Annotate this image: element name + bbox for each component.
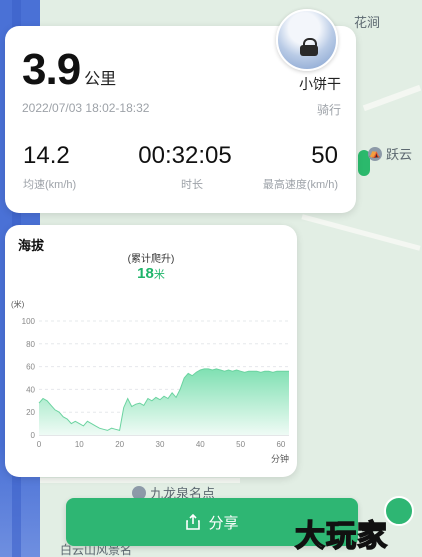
activity-type: 骑行 [316,103,341,117]
y-tick-label: 60 [26,363,35,372]
stat-label: 最高速度(km/h) [262,179,338,191]
share-icon [185,514,201,530]
stat-value: 14.2 [23,142,70,169]
y-tick-label: 40 [26,385,35,394]
distance-unit: 公里 [84,71,117,88]
distance: 3.9 公里 [22,45,116,95]
y-tick-label: 0 [31,431,36,440]
map-place-label: 花涧 [353,15,380,30]
share-label: 分享 [208,514,239,532]
floating-action-button[interactable] [384,496,414,526]
stat-label: 时长 [181,179,203,191]
map-pin-icon: ⛺ [367,146,382,161]
x-tick-label: 40 [196,440,205,449]
stat-avg-speed: 14.2 均速(km/h) [23,142,76,192]
elevation-chart: 0 20 40 60 80 100 0 10 20 30 40 50 60 (米) 分钟 [11,299,289,464]
time-range: 2022/07/03 18:02-18:32 [22,101,150,115]
avatar-bag-icon [300,38,318,56]
watermark: 大玩家 [294,518,388,555]
y-tick-label: 100 [22,317,36,326]
x-tick-label: 30 [156,440,165,449]
stat-value: 00:32:05 [138,142,232,169]
elevation-card: 海拔 (累计爬升) 18米 0 20 40 60 80 100 0 10 20 30 40 50 60(… [5,225,297,477]
elevation-area [39,368,289,435]
map-road [362,84,422,112]
x-tick-label: 0 [37,440,42,449]
stat-label: 均速(km/h) [23,179,77,191]
map-place-text: 跃云 [385,147,412,162]
stat-value: 50 [311,142,338,169]
x-tick-label: 60 [276,440,285,449]
stat-max-speed: 50 最高速度(km/h) [263,142,338,192]
y-axis-label: (米) [11,299,25,309]
distance-value: 3.9 [22,45,81,94]
y-tick-label: 20 [26,408,35,417]
stat-duration: 00:32:05 时长 [135,142,235,192]
x-axis-label: 分钟 [271,453,289,464]
x-tick-label: 50 [236,440,245,449]
y-tick-label: 80 [26,340,35,349]
map-road [301,214,421,251]
map-place-label: ⛺ 跃云 [367,144,412,163]
x-tick-label: 10 [75,440,84,449]
avatar[interactable] [276,9,338,71]
username: 小饼干 [299,76,341,92]
summary-card: 3.9 公里 2022/07/03 18:02-18:32 小饼干 骑行 14.… [5,9,356,213]
x-tick-label: 20 [115,440,124,449]
